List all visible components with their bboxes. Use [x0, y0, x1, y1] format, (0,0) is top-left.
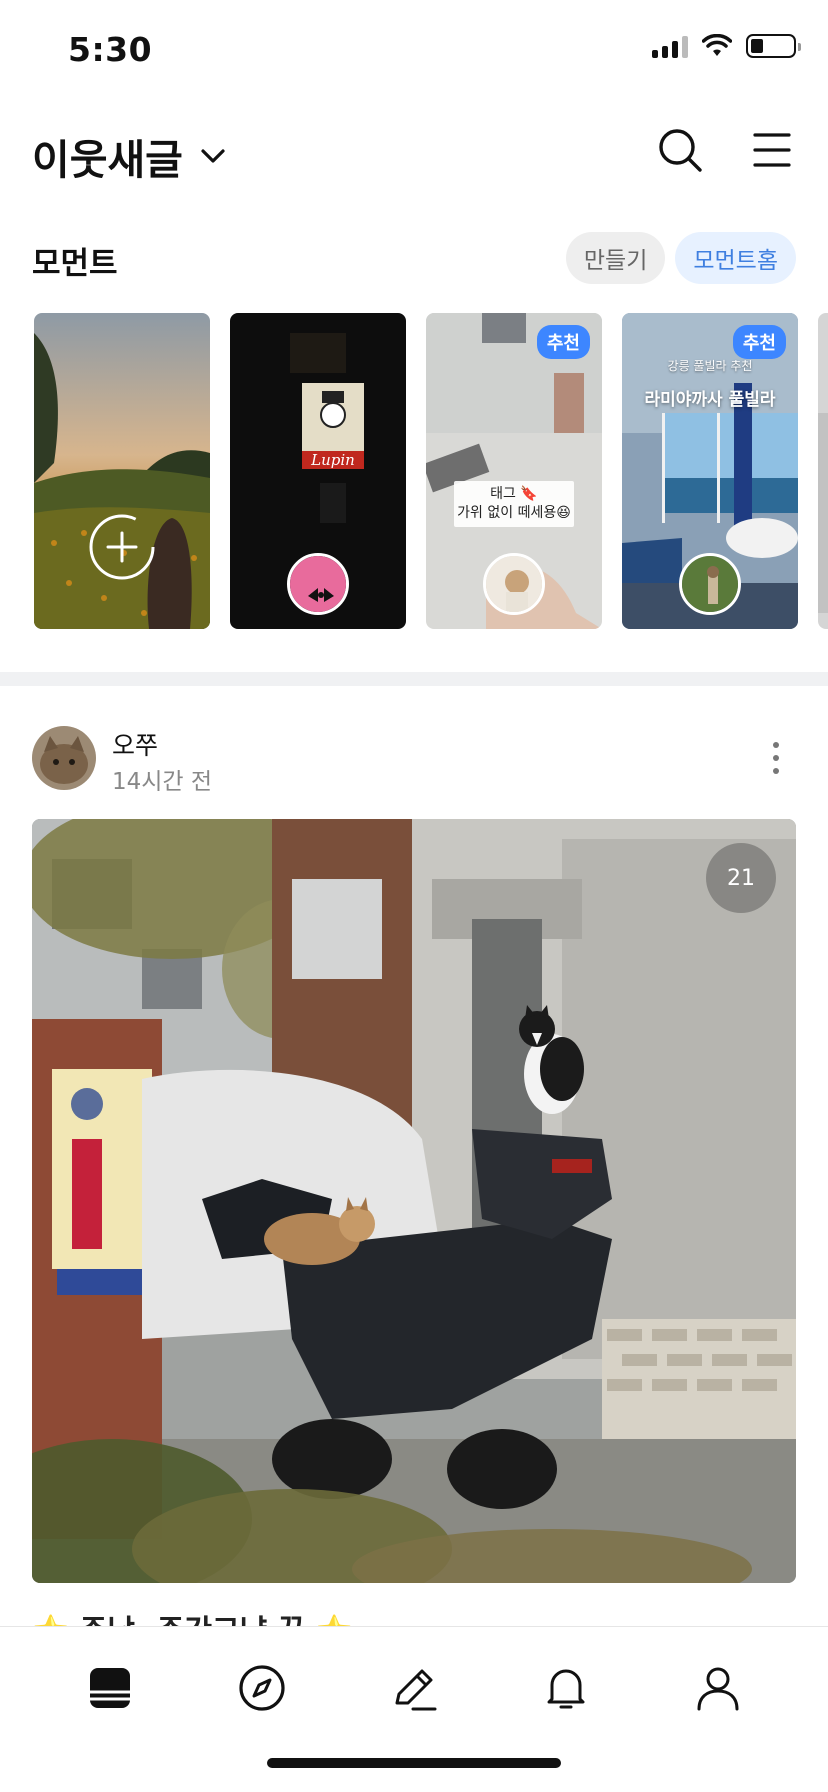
moment-card[interactable]: 추천 강릉 풀빌라 추천 라미야까사 풀빌라 [622, 313, 798, 629]
moment-carousel[interactable]: Lupin 추천 태그 🔖 가위 없이 떼세용😆 추천 강릉 풀빌라 추천 라미… [34, 313, 828, 629]
moment-card-partial[interactable] [818, 313, 828, 629]
search-button[interactable] [656, 126, 704, 174]
moment-card-create[interactable] [34, 313, 210, 629]
bell-icon [547, 1669, 585, 1709]
search-icon [659, 129, 702, 172]
tab-explore[interactable] [222, 1655, 302, 1721]
tab-profile[interactable] [678, 1655, 758, 1721]
moment-caption-big: 라미야까사 풀빌라 [644, 390, 776, 410]
more-dot [773, 755, 779, 761]
post-more-button[interactable] [756, 738, 796, 778]
chevron-down-icon [201, 149, 225, 163]
tab-list [0, 1655, 828, 1721]
moment-thumbnail [818, 313, 828, 629]
more-dot [773, 742, 779, 748]
author-avatar[interactable] [32, 726, 96, 790]
compass-icon [239, 1665, 285, 1711]
photo-count-badge: 21 [706, 843, 776, 913]
menu-button[interactable] [748, 126, 796, 174]
post-photo[interactable]: 21 [32, 819, 796, 1583]
feed-icon [90, 1668, 130, 1708]
page-title: 이웃새글 [32, 136, 183, 184]
post-photo-cats-scooter [32, 819, 796, 1583]
home-indicator[interactable] [267, 1758, 561, 1768]
moment-recommend-badge: 추천 [536, 325, 590, 359]
battery-fill [751, 39, 763, 53]
moment-caption: 태그 🔖 가위 없이 떼세용😆 [454, 481, 574, 527]
post-header: 오쭈 14시간 전 [32, 726, 796, 795]
pencil-icon [395, 1669, 437, 1711]
moment-recommend-badge: 추천 [732, 325, 786, 359]
person-icon [697, 1667, 739, 1711]
battery-icon [746, 34, 801, 58]
more-dot [773, 768, 779, 774]
header: 이웃새글 [0, 112, 828, 192]
header-actions [656, 126, 796, 174]
tab-write[interactable] [374, 1655, 454, 1721]
tab-bar [0, 1626, 828, 1792]
moment-caption-small: 강릉 풀빌라 추천 [667, 359, 753, 373]
moment-card[interactable]: 추천 태그 🔖 가위 없이 떼세용😆 [426, 313, 602, 629]
post-author[interactable]: 오쭈 [112, 726, 158, 762]
tab-notifications[interactable] [526, 1655, 606, 1721]
moment-title: 모먼트 [32, 246, 118, 282]
moment-actions: 만들기 모먼트홈 [565, 232, 796, 284]
signal-icon [652, 34, 688, 58]
moment-avatar [287, 553, 349, 615]
moment-home-button[interactable]: 모먼트홈 [675, 232, 796, 284]
moment-section-header: 모먼트 만들기 모먼트홈 [32, 232, 796, 284]
moment-avatar [483, 553, 545, 615]
moment-avatar [679, 553, 741, 615]
feed-selector[interactable]: 이웃새글 [32, 126, 227, 186]
status-bar: 5:30 [0, 0, 828, 100]
moment-thumbnail-sunset-field [34, 313, 210, 629]
moment-create-button[interactable]: 만들기 [565, 232, 666, 284]
status-icons [652, 34, 801, 58]
moment-card[interactable]: Lupin [230, 313, 406, 629]
tab-home[interactable] [70, 1655, 150, 1721]
menu-icon [753, 133, 791, 167]
moment-sign-text: Lupin [310, 451, 355, 469]
post-time: 14시간 전 [112, 769, 213, 795]
section-divider [0, 672, 828, 686]
wifi-icon [702, 34, 732, 56]
status-time: 5:30 [68, 30, 153, 69]
